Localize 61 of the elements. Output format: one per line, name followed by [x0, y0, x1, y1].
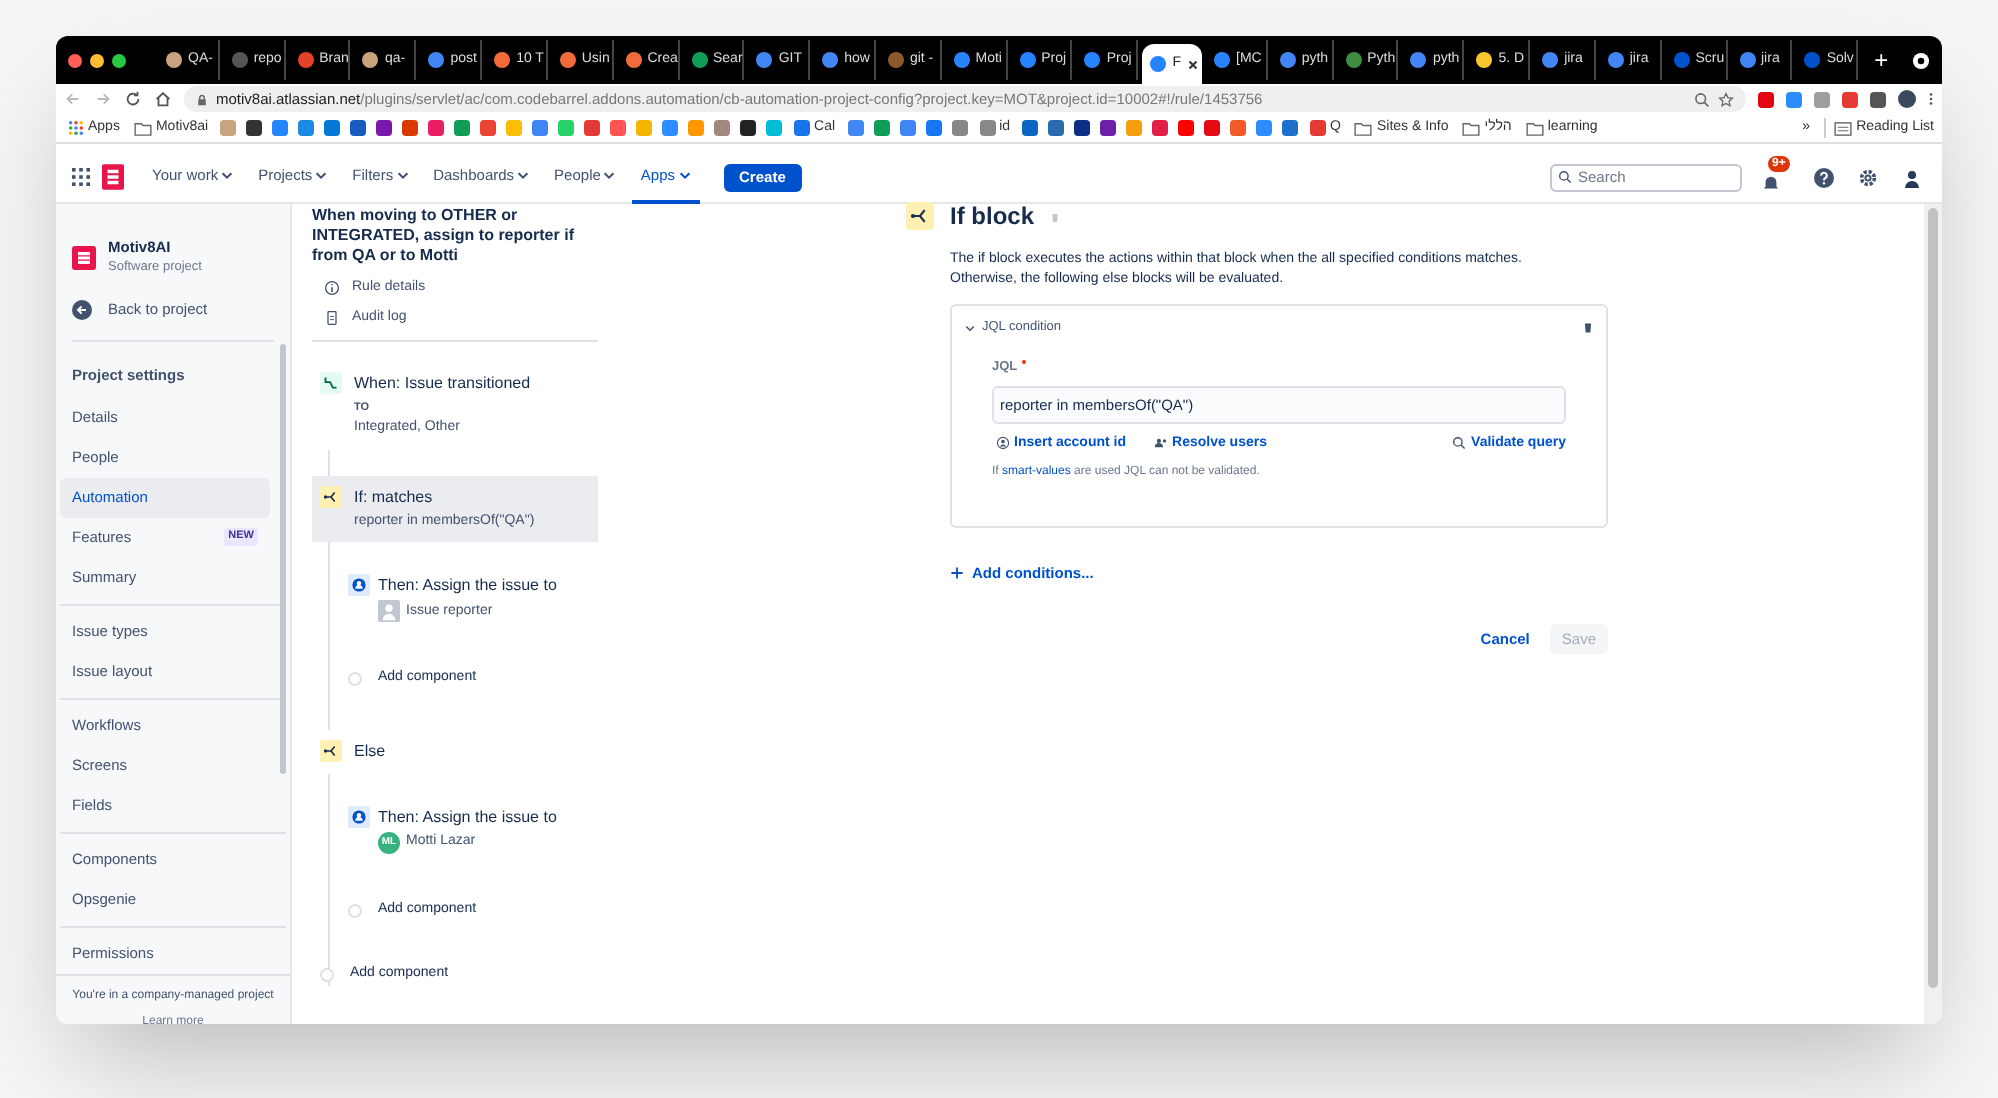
reading-list-icon	[1834, 121, 1853, 135]
trash-icon[interactable]	[1582, 320, 1594, 335]
chevron-down-icon	[220, 168, 235, 182]
bookmark-icon[interactable]	[1100, 120, 1117, 136]
folder-icon	[1525, 121, 1544, 135]
info-icon	[324, 280, 340, 297]
scrollbar-thumb[interactable]	[1928, 208, 1938, 988]
new-tab-button[interactable]: +	[1862, 42, 1901, 78]
bookmark-icon[interactable]	[1074, 120, 1091, 136]
users-icon	[1154, 436, 1169, 451]
chevron-down-icon	[314, 168, 329, 182]
trigger-icon	[320, 372, 342, 394]
component-title: If: matches	[354, 485, 435, 510]
profile-icon[interactable]	[1912, 51, 1931, 69]
avatar-icon[interactable]	[1898, 90, 1916, 108]
branch-icon	[320, 739, 342, 762]
back-arrow-icon	[72, 299, 92, 320]
editor-title: If block	[950, 200, 1035, 234]
bookmark-icon[interactable]	[246, 120, 263, 136]
component-title: Then: Assign the issue to	[378, 805, 557, 830]
user-circle-icon	[996, 436, 1010, 451]
component-title: Then: Assign the issue to	[378, 574, 557, 599]
user-placeholder-icon	[378, 600, 400, 623]
folder-icon	[1462, 121, 1481, 135]
reload-icon[interactable]	[124, 90, 142, 108]
chevron-down-icon	[677, 168, 692, 182]
chevron-down-icon	[516, 168, 531, 182]
branch-icon	[320, 485, 342, 508]
star-icon[interactable]	[1718, 91, 1734, 107]
bookmark-icon[interactable]	[740, 120, 757, 136]
apps-grid-icon	[68, 120, 84, 136]
close-icon[interactable]	[1186, 57, 1201, 71]
help-icon[interactable]	[1814, 167, 1834, 187]
settings-icon[interactable]	[1858, 167, 1878, 187]
search-icon	[1451, 436, 1466, 451]
rule-title: When moving to OTHER or INTEGRATED, assign to reporter if from QA or to Motti	[312, 206, 576, 266]
chevron-down-icon	[964, 321, 976, 334]
chevron-down-icon	[395, 168, 410, 182]
component-title: Else	[354, 739, 386, 764]
branch-icon	[906, 202, 934, 230]
assign-user-icon	[348, 574, 370, 597]
more-icon[interactable]	[1928, 90, 1934, 108]
bookmark-icon[interactable]	[350, 120, 367, 136]
lock-icon	[196, 93, 208, 105]
bell-icon	[1762, 173, 1780, 191]
folder-icon	[133, 121, 152, 135]
zoom-icon[interactable]	[1694, 91, 1710, 107]
component-title: When: Issue transitioned	[354, 372, 531, 396]
chevron-down-icon	[602, 168, 617, 182]
home-icon[interactable]	[154, 90, 172, 108]
logo-icon[interactable]	[102, 164, 124, 190]
search-icon	[1558, 170, 1572, 184]
app-switcher-icon[interactable]	[72, 168, 90, 186]
folder-icon	[1354, 121, 1373, 135]
scrollbar-thumb[interactable]	[280, 344, 286, 774]
bookmark-icon[interactable]	[376, 120, 393, 136]
project-logo-icon	[72, 245, 96, 269]
profile-avatar-icon[interactable]	[1902, 167, 1922, 187]
assign-user-icon	[348, 805, 370, 828]
document-icon	[324, 309, 340, 326]
plus-icon	[950, 566, 964, 581]
